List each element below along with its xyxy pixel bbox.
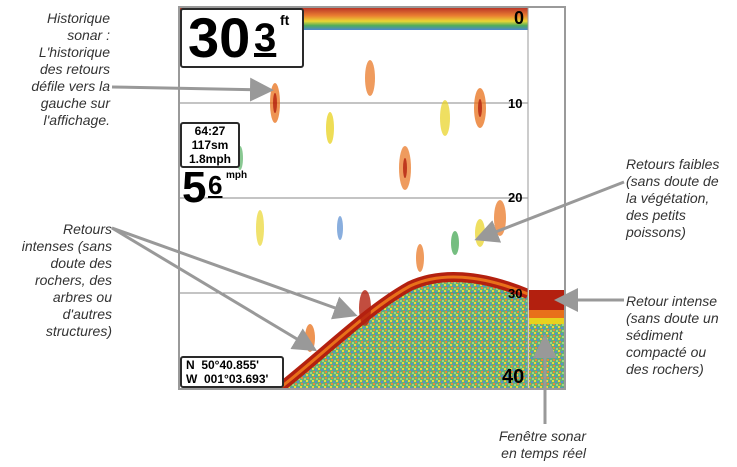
callout-arrows: [111, 77, 625, 424]
arrow-weak-returns: [474, 180, 625, 243]
arrow-history: [111, 77, 274, 102]
